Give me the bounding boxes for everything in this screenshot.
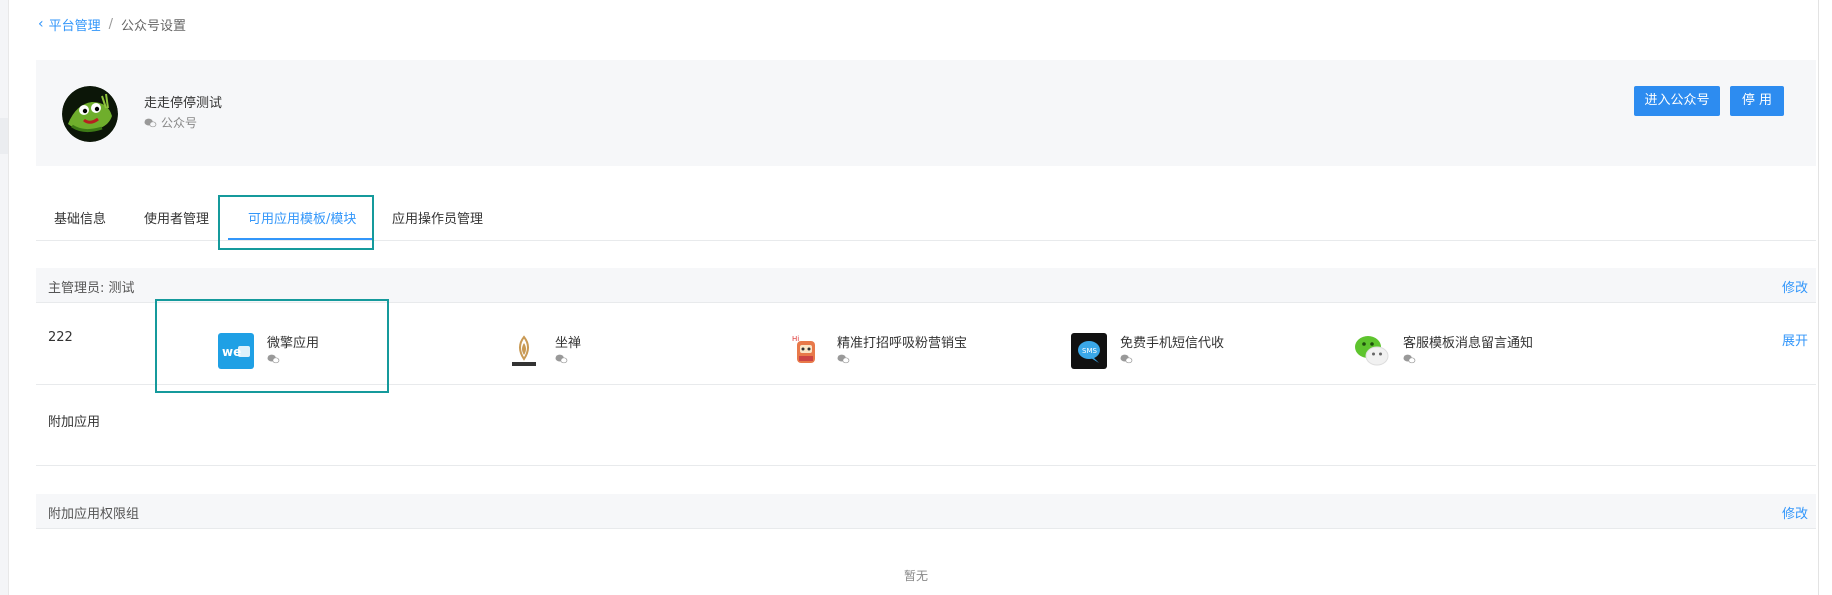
account-type-label: 公众号	[161, 116, 198, 130]
empty-placeholder: 暂无	[903, 569, 928, 583]
breadcrumb-back-link[interactable]: ‹ 平台管理	[38, 15, 101, 34]
breadcrumb-current: 公众号设置	[121, 18, 187, 34]
extra-apps-label: 附加应用	[48, 415, 101, 430]
greeting-robot-icon: Hi	[792, 335, 815, 363]
highlight-box-app	[155, 299, 389, 393]
wechat-icon	[555, 354, 568, 364]
chevron-left-icon: ‹	[38, 16, 44, 32]
left-sidebar-strip	[0, 0, 9, 595]
account-card: 走走停停测试 公众号 进入公众号 停 用	[36, 60, 1816, 166]
admin-title: 主管理员: 测试	[48, 281, 135, 296]
sms-bubble-icon: SMS	[1071, 333, 1107, 369]
extra-apps-row: 附加应用	[36, 385, 1816, 466]
account-type: 公众号	[144, 114, 197, 131]
wechat-icon	[1355, 336, 1389, 366]
edit-permission-link[interactable]: 修改	[1782, 503, 1808, 522]
enter-account-button[interactable]: 进入公众号	[1634, 86, 1720, 116]
highlight-box-tab	[218, 195, 374, 250]
account-name: 走走停停测试	[144, 96, 223, 111]
tab-user-management[interactable]: 使用者管理	[144, 208, 209, 227]
svg-text:Hi: Hi	[792, 335, 799, 343]
svg-text:SMS: SMS	[1082, 347, 1097, 355]
right-scrollbar[interactable]	[1818, 0, 1832, 595]
app-name: 坐禅	[555, 336, 582, 351]
breadcrumb-separator: /	[108, 16, 114, 32]
admin-section-header: 主管理员: 测试 修改	[36, 268, 1816, 303]
disable-account-button[interactable]: 停 用	[1730, 86, 1784, 116]
permission-group-title: 附加应用权限组	[48, 507, 140, 522]
breadcrumb-parent-label[interactable]: 平台管理	[49, 15, 101, 34]
breadcrumb: ‹ 平台管理 / 公众号设置	[38, 14, 186, 34]
wechat-icon	[1120, 354, 1133, 364]
wechat-icon	[144, 118, 157, 127]
sidebar-marker	[0, 118, 8, 154]
app-name: 免费手机短信代收	[1120, 336, 1225, 351]
avatar	[62, 86, 118, 142]
tab-basic-info[interactable]: 基础信息	[54, 208, 106, 227]
edit-admin-link[interactable]: 修改	[1782, 277, 1808, 296]
app-name: 精准打招呼吸粉营销宝	[837, 336, 968, 351]
group-name: 222	[48, 330, 73, 345]
zuochan-icon	[512, 335, 536, 366]
permission-group-header: 附加应用权限组 修改	[36, 494, 1816, 529]
wechat-icon	[837, 354, 850, 364]
wechat-icon	[1403, 354, 1416, 364]
app-name: 客服模板消息留言通知	[1403, 336, 1534, 351]
expand-link[interactable]: 展开	[1782, 330, 1808, 349]
tab-operator-management[interactable]: 应用操作员管理	[392, 208, 483, 227]
